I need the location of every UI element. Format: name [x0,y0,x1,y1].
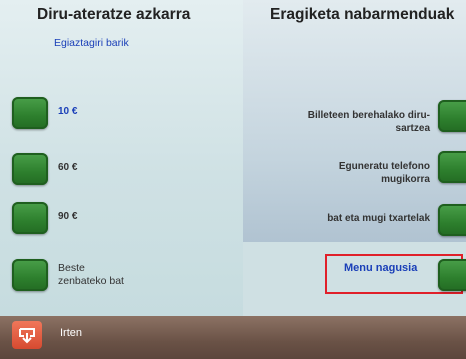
atm-screen: Diru-ateratze azkarra Eragiketa nabarmen… [0,0,466,359]
amount-90-button[interactable] [12,202,48,234]
cash-deposit-line-1: Billeteen berehalako diru- [307,110,430,121]
mobile-topup-button[interactable] [438,151,466,183]
featured-operations-title: Eragiketa nabarmenduak [270,6,455,23]
transport-card-label: bat eta mugi txartelak [327,213,430,224]
other-amount-label: Beste zenbateko bat [58,262,124,288]
amount-10-button[interactable] [12,97,48,129]
quick-withdrawal-title: Diru-ateratze azkarra [37,6,191,23]
other-amount-line-2: zenbateko bat [58,275,124,287]
transport-card-button[interactable] [438,204,466,236]
cash-deposit-line-2: sartzea [395,123,430,134]
cash-deposit-label: Billeteen berehalako diru- sartzea [308,109,430,135]
exit-button[interactable] [12,321,42,349]
main-menu-label: Menu nagusia [344,262,418,274]
amount-60-button[interactable] [12,153,48,185]
exit-icon [19,328,35,344]
mobile-topup-line-2: mugikorra [381,174,430,185]
no-receipt-subtitle: Egiaztagiri barik [54,37,129,49]
amount-90-label: 90 € [58,211,78,222]
main-menu-button[interactable] [438,259,466,291]
cash-deposit-button[interactable] [438,100,466,132]
exit-label: Irten [60,327,83,339]
amount-10-label: 10 € [58,106,78,117]
other-amount-button[interactable] [12,259,48,291]
mobile-topup-line-1: Eguneratu telefono [338,161,430,172]
mobile-topup-label: Eguneratu telefono mugikorra [339,160,430,186]
amount-60-label: 60 € [58,162,78,173]
other-amount-line-1: Beste [58,262,85,274]
